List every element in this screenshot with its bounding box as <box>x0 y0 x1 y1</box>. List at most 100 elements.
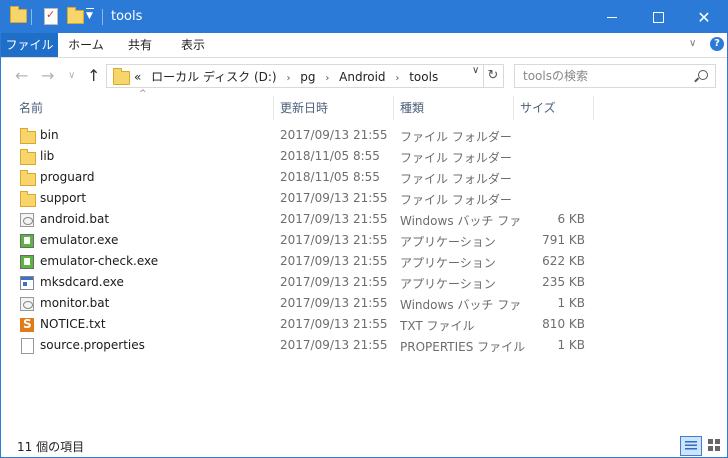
application-icon <box>20 276 34 290</box>
file-date: 2017/09/13 21:55 <box>280 317 388 331</box>
refresh-icon: ↻ <box>487 68 499 83</box>
batch-file-icon <box>20 213 34 227</box>
divider <box>102 9 103 25</box>
details-view-icon <box>685 441 697 451</box>
column-header-type[interactable]: 種類 <box>400 96 424 120</box>
table-row[interactable]: emulator.exe 2017/09/13 21:55 アプリケーション 791 … <box>1 230 727 251</box>
folder-icon <box>20 191 36 207</box>
table-row[interactable]: proguard 2018/11/05 8:55 ファイル フォルダー <box>1 167 727 188</box>
column-divider[interactable] <box>393 96 394 120</box>
back-arrow-icon[interactable]: ← <box>15 66 28 85</box>
file-type: ファイル フォルダー <box>400 193 512 207</box>
column-divider[interactable] <box>273 96 274 120</box>
maximize-icon <box>652 11 664 23</box>
table-row[interactable]: mksdcard.exe 2017/09/13 21:55 アプリケーション 235 … <box>1 272 727 293</box>
up-arrow-icon[interactable]: ↑ <box>87 66 100 85</box>
batch-file-icon <box>20 297 34 311</box>
file-size: 622 KB <box>542 254 585 268</box>
sort-ascending-icon: ^ <box>139 89 147 99</box>
breadcrumb: « ローカル ディスク (D:) › pg › Android › tools <box>134 68 444 85</box>
file-date: 2017/09/13 21:55 <box>280 254 388 268</box>
table-row[interactable]: NOTICE.txt 2017/09/13 21:55 TXT ファイル 810 KB <box>1 314 727 335</box>
column-divider[interactable] <box>593 96 594 120</box>
file-name: source.properties <box>40 338 145 352</box>
file-name: emulator.exe <box>40 233 119 247</box>
minimize-button[interactable] <box>589 1 635 33</box>
breadcrumb-android[interactable]: Android <box>339 70 385 84</box>
file-date: 2018/11/05 8:55 <box>280 149 380 163</box>
breadcrumb-drive[interactable]: ローカル ディスク (D:) <box>151 70 276 84</box>
large-icons-view-button[interactable] <box>704 436 724 454</box>
folder-icon <box>20 170 36 186</box>
file-name: proguard <box>40 170 95 184</box>
folder-icon <box>10 6 27 23</box>
file-date: 2017/09/13 21:55 <box>280 296 388 310</box>
chevron-right-icon[interactable]: › <box>286 73 290 84</box>
large-icons-view-icon <box>708 439 720 451</box>
table-row[interactable]: support 2017/09/13 21:55 ファイル フォルダー <box>1 188 727 209</box>
forward-arrow-icon[interactable]: → <box>41 66 54 85</box>
tab-share[interactable]: 共有 <box>114 33 166 57</box>
file-name: mksdcard.exe <box>40 275 124 289</box>
breadcrumb-overflow[interactable]: « <box>134 70 141 84</box>
file-type: アプリケーション <box>400 235 496 249</box>
blank-file-icon <box>21 338 34 354</box>
file-type: ファイル フォルダー <box>400 172 512 186</box>
search-icon[interactable] <box>698 70 708 80</box>
table-row[interactable]: bin 2017/09/13 21:55 ファイル フォルダー <box>1 125 727 146</box>
recent-locations-icon[interactable]: ∨ <box>68 70 75 81</box>
tab-file[interactable]: ファイル <box>1 33 58 57</box>
tab-home[interactable]: ホーム <box>58 33 114 57</box>
column-header-date[interactable]: 更新日時 <box>280 96 328 120</box>
ribbon-expand-icon[interactable]: ∨ <box>689 38 696 49</box>
android-exe-icon <box>20 234 34 248</box>
breadcrumb-pg[interactable]: pg <box>300 70 315 84</box>
file-type: Windows バッチ ファ <box>400 298 522 312</box>
properties-icon[interactable] <box>44 8 58 25</box>
address-bar[interactable]: « ローカル ディスク (D:) › pg › Android › tools <box>106 64 484 88</box>
new-folder-icon[interactable] <box>67 7 84 24</box>
details-view-button[interactable] <box>680 436 702 456</box>
address-dropdown-icon[interactable]: ∨ <box>472 65 479 76</box>
table-row[interactable]: source.properties 2017/09/13 21:55 PROPERT… <box>1 335 727 356</box>
column-divider[interactable] <box>513 96 514 120</box>
folder-icon <box>113 68 130 85</box>
file-type: ファイル フォルダー <box>400 130 512 144</box>
file-size: 235 KB <box>542 275 585 289</box>
chevron-right-icon[interactable]: › <box>395 73 399 84</box>
file-size: 6 KB <box>557 212 585 226</box>
maximize-button[interactable] <box>635 1 681 33</box>
file-size: 810 KB <box>542 317 585 331</box>
file-name: emulator-check.exe <box>40 254 159 268</box>
search-box[interactable] <box>514 64 716 88</box>
window-title: tools <box>111 9 143 24</box>
close-icon: ✕ <box>697 7 711 27</box>
file-type: アプリケーション <box>400 256 496 270</box>
tab-view[interactable]: 表示 <box>166 33 220 57</box>
help-icon[interactable]: ? <box>710 37 724 51</box>
file-type: アプリケーション <box>400 277 496 291</box>
file-date: 2017/09/13 21:55 <box>280 275 388 289</box>
refresh-button[interactable]: ↻ <box>483 64 504 88</box>
sublime-text-icon <box>20 317 34 332</box>
quick-access-dropdown-icon[interactable]: ▼ <box>86 8 94 21</box>
file-size: 1 KB <box>557 296 585 310</box>
table-row[interactable]: monitor.bat 2017/09/13 21:55 Windows バッチ フ… <box>1 293 727 314</box>
file-type: Windows バッチ ファ <box>400 214 522 228</box>
folder-icon <box>20 149 36 165</box>
breadcrumb-tools[interactable]: tools <box>409 70 438 84</box>
title-bar: ▼ tools ✕ <box>1 1 727 33</box>
column-header-size[interactable]: サイズ <box>520 96 556 120</box>
file-type: TXT ファイル <box>400 319 475 333</box>
table-row[interactable]: lib 2018/11/05 8:55 ファイル フォルダー <box>1 146 727 167</box>
column-header-name[interactable]: 名前 <box>19 96 43 120</box>
chevron-right-icon[interactable]: › <box>325 73 329 84</box>
file-name: bin <box>40 128 59 142</box>
search-input[interactable] <box>521 67 685 85</box>
close-button[interactable]: ✕ <box>681 1 727 33</box>
file-name: NOTICE.txt <box>40 317 106 331</box>
table-row[interactable]: android.bat 2017/09/13 21:55 Windows バッチ フ… <box>1 209 727 230</box>
file-list: bin 2017/09/13 21:55 ファイル フォルダー lib 2018/11… <box>1 125 727 356</box>
file-date: 2017/09/13 21:55 <box>280 128 388 142</box>
table-row[interactable]: emulator-check.exe 2017/09/13 21:55 アプリケーシ… <box>1 251 727 272</box>
